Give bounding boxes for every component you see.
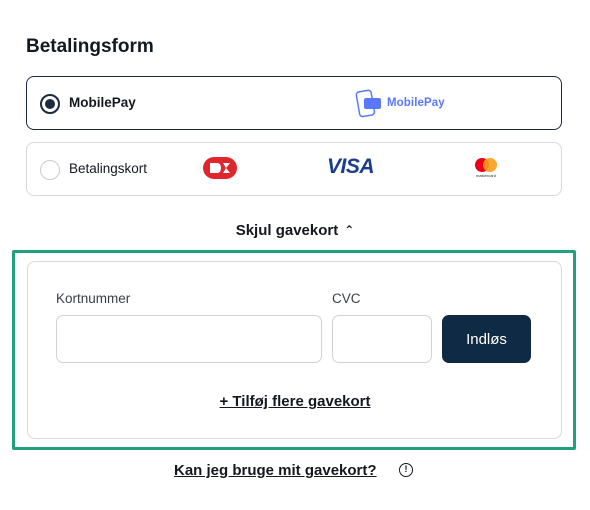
payment-option-card[interactable]: Betalingskort VISA mastercard xyxy=(26,142,562,196)
hide-giftcard-label: Skjul gavekort xyxy=(235,222,339,239)
add-more-giftcards-link[interactable]: + Tilføj flere gavekort xyxy=(0,393,590,410)
payment-option-label: Betalingskort xyxy=(69,161,148,176)
section-title: Betalingsform xyxy=(26,36,154,57)
mobilepay-logo: MobilePay xyxy=(355,89,465,119)
card-number-input[interactable] xyxy=(56,315,322,363)
card-number-label: Kortnummer xyxy=(56,291,131,306)
payment-option-mobilepay[interactable]: MobilePay MobilePay xyxy=(26,76,562,130)
giftcard-faq-link[interactable]: Kan jeg bruge mit gavekort? xyxy=(174,462,377,479)
hide-giftcard-toggle[interactable]: Skjul gavekort ⌃ xyxy=(0,222,590,239)
visa-logo: VISA xyxy=(327,155,375,178)
dankort-icon xyxy=(203,157,237,179)
radio-mobilepay[interactable] xyxy=(40,94,60,114)
cvc-label: CVC xyxy=(332,291,361,306)
cvc-input[interactable] xyxy=(332,315,432,363)
mobilepay-logo-text: MobilePay xyxy=(387,97,445,109)
payment-option-label: MobilePay xyxy=(69,95,136,110)
info-icon[interactable]: ! xyxy=(399,463,413,477)
chevron-up-icon: ⌃ xyxy=(344,223,355,237)
radio-card[interactable] xyxy=(40,160,60,180)
mobilepay-phone-icon xyxy=(355,89,381,118)
mastercard-icon: mastercard xyxy=(471,156,501,182)
mastercard-wordmark: mastercard xyxy=(475,173,496,178)
redeem-button[interactable]: Indløs xyxy=(442,315,531,363)
